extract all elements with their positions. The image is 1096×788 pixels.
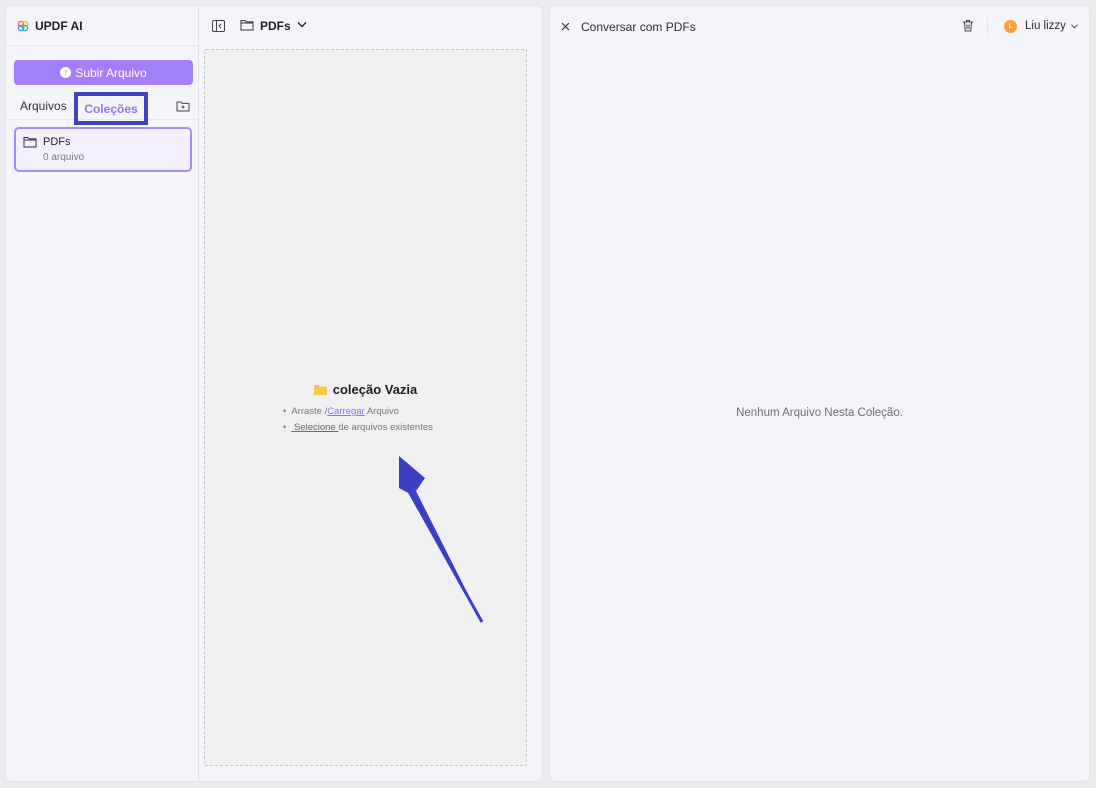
chevron-down-icon[interactable] xyxy=(297,21,307,28)
upload-label: Subir Arquivo xyxy=(75,65,147,80)
hint1-suffix: Arquivo xyxy=(364,406,400,417)
chat-title: Conversar com PDFs xyxy=(581,20,696,34)
drop-zone[interactable]: coleção Vazia • Arraste /Carregar Arquivo… xyxy=(204,49,527,766)
sidebar-tabs: Arquivos Coleções xyxy=(6,92,199,125)
tab-collections[interactable]: Coleções xyxy=(74,92,148,125)
empty-chat-message: Nenhum Arquivo Nesta Coleção. xyxy=(736,407,903,419)
updf-logo-icon xyxy=(17,20,29,31)
close-icon[interactable] xyxy=(561,22,570,31)
empty-collection-title: coleção Vazia xyxy=(205,382,526,397)
chevron-down-icon[interactable] xyxy=(1071,24,1078,29)
folder-icon xyxy=(23,137,37,148)
hint2-suffix: de arquivos existentes xyxy=(338,422,433,433)
collection-name: PDFs xyxy=(43,136,71,148)
bullet: • xyxy=(283,406,287,417)
empty-title-text: coleção Vazia xyxy=(332,382,418,397)
header-divider xyxy=(987,18,988,34)
user-name[interactable]: Liu lizzy xyxy=(1025,20,1066,32)
collection-title[interactable]: PDFs xyxy=(260,19,291,33)
sidebar: UPDF AI ↑ Subir Arquivo Arquivos Coleçõe… xyxy=(6,6,199,781)
upload-icon: ↑ xyxy=(60,67,72,78)
upload-link[interactable]: Carregar xyxy=(327,406,365,417)
collection-file-count: 0 arquivo xyxy=(43,152,85,163)
upload-button[interactable]: ↑ Subir Arquivo xyxy=(14,60,193,85)
tab-files[interactable]: Arquivos xyxy=(20,99,67,113)
avatar[interactable]: L xyxy=(1004,20,1017,33)
brand-header: UPDF AI xyxy=(6,6,198,46)
new-folder-icon[interactable] xyxy=(176,100,190,112)
app-name: UPDF AI xyxy=(35,18,83,33)
collection-item-pdfs[interactable]: PDFs 0 arquivo xyxy=(14,127,192,172)
drag-upload-hint: • Arraste /Carregar Arquivo xyxy=(283,406,399,417)
tab-collections-label: Coleções xyxy=(84,101,138,116)
folder-icon xyxy=(240,20,254,31)
select-link[interactable]: Selecione xyxy=(291,422,338,433)
hint1-prefix: Arraste / xyxy=(291,406,328,417)
chat-panel: Conversar com PDFs L Liu lizzy Nenhum Ar… xyxy=(549,5,1090,782)
trash-icon[interactable] xyxy=(962,19,974,32)
collapse-sidebar-icon[interactable] xyxy=(212,20,225,32)
folder-icon xyxy=(313,385,327,395)
select-existing-hint: • Selecione de arquivos existentes xyxy=(283,422,433,433)
bullet: • xyxy=(283,422,287,433)
collection-header: PDFs xyxy=(200,6,542,46)
